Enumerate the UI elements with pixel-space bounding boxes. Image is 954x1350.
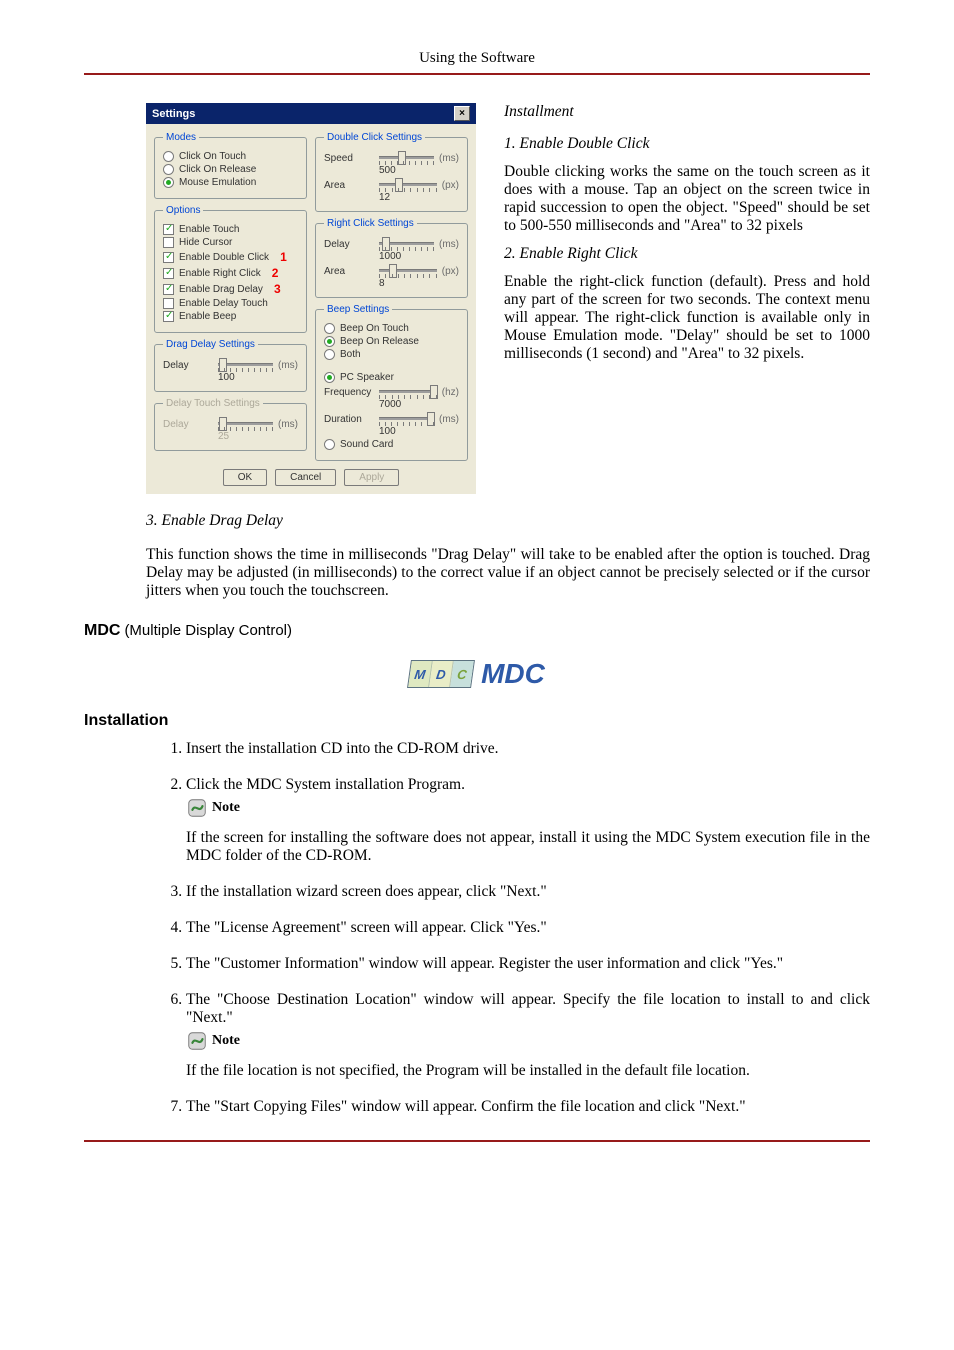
group-options: Options Enable Touch Hide Cursor Enable …	[154, 205, 307, 333]
beep-freq-value: 7000	[379, 399, 459, 410]
callout-2: 2	[272, 266, 279, 280]
drag-delay-section: 3. Enable Drag Delay This function shows…	[146, 512, 870, 600]
modes-legend: Modes	[163, 132, 199, 143]
install-step-5: The "Customer Information" window will a…	[186, 955, 870, 973]
delay-touch-legend: Delay Touch Settings	[163, 398, 263, 409]
radio-beep-touch[interactable]: Beep On Touch	[324, 323, 459, 334]
radio-beep-both[interactable]: Both	[324, 349, 459, 360]
drag-delay-slider[interactable]	[218, 358, 273, 372]
beep-freq-label: Frequency	[324, 387, 374, 398]
install-step-1: Insert the installation CD into the CD-R…	[186, 740, 870, 758]
installation-list: Insert the installation CD into the CD-R…	[146, 740, 870, 1116]
install-step-6: The "Choose Destination Location" window…	[186, 991, 870, 1080]
install-step-3: If the installation wizard screen does a…	[186, 883, 870, 901]
settings-body: Modes Click On Touch Click On Release Mo…	[146, 124, 476, 494]
double-click-legend: Double Click Settings	[324, 132, 425, 143]
apply-button[interactable]: Apply	[344, 469, 399, 486]
check-enable-touch[interactable]: Enable Touch	[163, 224, 298, 235]
note-6-body: If the file location is not specified, t…	[186, 1062, 870, 1080]
rc-area-label: Area	[324, 266, 374, 277]
section-enable-double-click-body: Double clicking works the same on the to…	[504, 163, 870, 235]
check-enable-right-click[interactable]: Enable Right Click2	[163, 266, 298, 280]
rc-delay-value: 1000	[379, 251, 459, 262]
dc-area-label: Area	[324, 180, 374, 191]
drag-delay-body: This function shows the time in millisec…	[146, 546, 870, 600]
installation-heading: Installation	[84, 712, 870, 730]
drag-delay-legend: Drag Delay Settings	[163, 339, 258, 350]
mdc-heading-bold: MDC	[84, 622, 120, 640]
drag-delay-label: Delay	[163, 360, 213, 371]
check-enable-drag-delay[interactable]: Enable Drag Delay3	[163, 282, 298, 296]
ok-button[interactable]: OK	[223, 469, 267, 486]
radio-click-on-touch[interactable]: Click On Touch	[163, 151, 298, 162]
group-modes: Modes Click On Touch Click On Release Mo…	[154, 132, 307, 199]
beep-freq-slider[interactable]	[379, 385, 437, 399]
radio-beep-release[interactable]: Beep On Release	[324, 336, 459, 347]
radio-sound-card[interactable]: Sound Card	[324, 439, 459, 450]
check-enable-delay-touch[interactable]: Enable Delay Touch	[163, 298, 298, 309]
radio-pc-speaker[interactable]: PC Speaker	[324, 372, 459, 383]
note-icon	[186, 1030, 208, 1052]
group-double-click: Double Click Settings Speed (ms) 500 Are…	[315, 132, 468, 212]
settings-title: Settings	[152, 108, 195, 120]
mdc-badge-icon: MDC	[407, 660, 475, 688]
cancel-button[interactable]: Cancel	[275, 469, 336, 486]
callout-3: 3	[274, 282, 281, 296]
right-text-column: Installment 1. Enable Double Click Doubl…	[504, 103, 870, 494]
dc-area-slider[interactable]	[379, 178, 437, 192]
group-drag-delay: Drag Delay Settings Delay (ms) 100	[154, 339, 307, 392]
settings-dialog: Settings × Modes Click On Touch Click On…	[146, 103, 476, 494]
section-enable-right-click-title: 2. Enable Right Click	[504, 245, 870, 263]
check-enable-beep[interactable]: Enable Beep	[163, 311, 298, 322]
settings-titlebar: Settings ×	[146, 103, 476, 124]
note-icon	[186, 797, 208, 819]
options-legend: Options	[163, 205, 203, 216]
installment-heading: Installment	[504, 103, 870, 121]
section-enable-right-click-body: Enable the right-click function (default…	[504, 273, 870, 363]
callout-1: 1	[280, 250, 287, 264]
close-icon[interactable]: ×	[454, 106, 470, 121]
mdc-logo-text: MDC	[481, 658, 545, 690]
dc-speed-label: Speed	[324, 153, 374, 164]
page: Using the Software Settings × Modes Clic…	[0, 0, 954, 1192]
mdc-heading-rest: (Multiple Display Control)	[124, 622, 292, 639]
page-header: Using the Software	[84, 50, 870, 75]
group-beep: Beep Settings Beep On Touch Beep On Rele…	[315, 304, 468, 461]
mdc-heading: MDC (Multiple Display Control)	[84, 622, 870, 640]
beep-dur-slider[interactable]	[379, 412, 434, 426]
beep-dur-value: 100	[379, 426, 459, 437]
footer-rule	[84, 1140, 870, 1142]
beep-legend: Beep Settings	[324, 304, 392, 315]
rc-delay-slider[interactable]	[379, 237, 434, 251]
check-hide-cursor[interactable]: Hide Cursor	[163, 237, 298, 248]
note-label: Note	[212, 800, 240, 816]
drag-delay-title: 3. Enable Drag Delay	[146, 512, 870, 530]
drag-delay-value: 100	[218, 372, 298, 383]
top-row: Settings × Modes Click On Touch Click On…	[146, 103, 870, 494]
delay-touch-slider	[218, 417, 273, 431]
right-click-legend: Right Click Settings	[324, 218, 417, 229]
group-delay-touch: Delay Touch Settings Delay (ms) 25	[154, 398, 307, 451]
delay-touch-label: Delay	[163, 419, 213, 430]
dc-area-value: 12	[379, 192, 459, 203]
note-2-body: If the screen for installing the softwar…	[186, 829, 870, 865]
section-enable-double-click-title: 1. Enable Double Click	[504, 135, 870, 153]
check-enable-double-click[interactable]: Enable Double Click1	[163, 250, 298, 264]
install-step-2: Click the MDC System installation Progra…	[186, 776, 870, 865]
beep-dur-label: Duration	[324, 414, 374, 425]
delay-touch-value: 25	[218, 431, 298, 442]
rc-area-value: 8	[379, 278, 459, 289]
rc-area-slider[interactable]	[379, 264, 437, 278]
rc-delay-label: Delay	[324, 239, 374, 250]
page-header-title: Using the Software	[419, 50, 535, 66]
install-step-7: The "Start Copying Files" window will ap…	[186, 1098, 870, 1116]
install-step-4: The "License Agreement" screen will appe…	[186, 919, 870, 937]
mdc-logo: MDC MDC	[84, 658, 870, 690]
note-label: Note	[212, 1033, 240, 1049]
radio-mouse-emulation[interactable]: Mouse Emulation	[163, 177, 298, 188]
radio-click-on-release[interactable]: Click On Release	[163, 164, 298, 175]
dc-speed-slider[interactable]	[379, 151, 434, 165]
dc-speed-value: 500	[379, 165, 459, 176]
group-right-click: Right Click Settings Delay (ms) 1000 Are…	[315, 218, 468, 298]
